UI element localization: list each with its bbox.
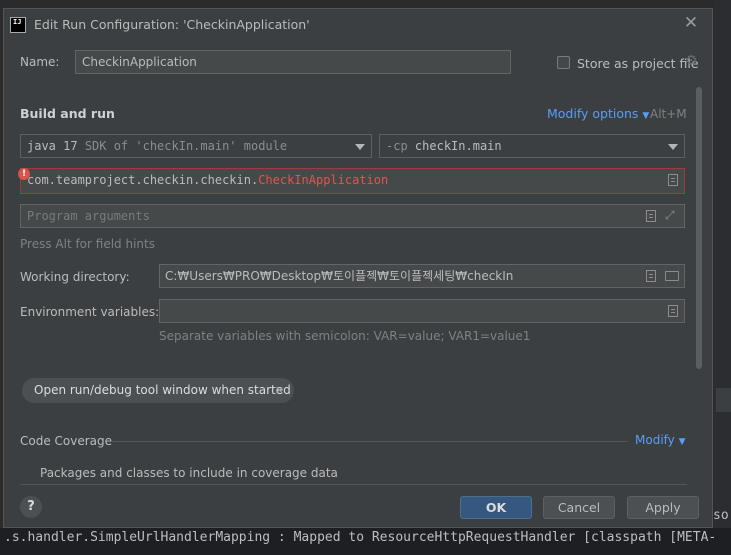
open-tool-window-option[interactable]: Open run/debug tool window when started … — [22, 378, 294, 403]
dropdown-arrow-icon — [668, 144, 678, 150]
intellij-icon: IJ — [10, 17, 26, 33]
modify-options-link[interactable]: Modify options ▼ — [547, 106, 649, 121]
close-icon[interactable]: ✕ — [683, 15, 699, 32]
remove-option-icon[interactable]: ✕ — [275, 378, 284, 403]
environment-variables-hint: Separate variables with semicolon: VAR=v… — [159, 329, 531, 343]
working-directory-field[interactable]: C:₩Users₩PRO₩Desktop₩토이플젝₩토이플젝세팅₩checkIn — [159, 264, 685, 288]
main-class-name: CheckInApplication — [258, 173, 389, 187]
footer-divider — [20, 484, 687, 485]
main-class-field[interactable]: com.teamproject.checkin.checkin.CheckInA… — [20, 168, 685, 194]
insert-macro-icon[interactable] — [646, 210, 656, 222]
build-and-run-title: Build and run — [20, 106, 115, 121]
program-arguments-field[interactable]: Program arguments — [20, 204, 685, 228]
background-side-panel — [714, 0, 731, 528]
working-directory-label: Working directory: — [20, 270, 130, 284]
console-log-line: .s.handler.SimpleUrlHandlerMapping : Map… — [0, 528, 731, 555]
main-class-package: com.teamproject.checkin.checkin. — [27, 173, 259, 187]
packages-classes-label: Packages and classes to include in cover… — [40, 466, 338, 480]
jdk-detail: SDK of 'checkIn.main' module — [84, 139, 288, 153]
background-side-text: so — [713, 508, 729, 523]
modify-options-label: Modify options — [547, 106, 639, 121]
cancel-button[interactable]: Cancel — [543, 496, 615, 519]
store-as-project-file-checkbox[interactable] — [557, 56, 570, 69]
jdk-select[interactable]: java 17 SDK of 'checkIn.main' module — [20, 134, 372, 158]
insert-macro-icon[interactable] — [646, 270, 656, 282]
dialog-scrollbar[interactable] — [696, 87, 702, 369]
help-button[interactable]: ? — [20, 496, 42, 518]
environment-variables-field[interactable] — [159, 299, 685, 323]
error-icon: ! — [18, 168, 30, 180]
gear-icon[interactable]: ⚙ — [685, 53, 698, 69]
store-as-project-file-label[interactable]: Store as project file — [577, 56, 699, 71]
field-hints-text: Press Alt for field hints — [20, 237, 155, 251]
chevron-down-icon: ▼ — [642, 111, 650, 121]
apply-button[interactable]: Apply — [627, 496, 699, 519]
edit-run-configuration-dialog: IJ Edit Run Configuration: 'CheckinAppli… — [3, 8, 713, 528]
modify-coverage-link[interactable]: Modify ▼ — [635, 433, 686, 447]
chevron-down-icon: ▼ — [678, 437, 686, 447]
modify-label: Modify — [635, 433, 675, 447]
browse-icon[interactable] — [668, 174, 678, 186]
name-field[interactable]: CheckinApplication — [75, 50, 511, 74]
section-divider — [112, 441, 628, 442]
folder-icon[interactable] — [665, 271, 679, 281]
background-scroll-thumb — [716, 388, 731, 412]
name-label: Name: — [20, 55, 60, 69]
jdk-version: java 17 — [27, 139, 78, 153]
ok-button[interactable]: OK — [460, 496, 532, 519]
dialog-title: Edit Run Configuration: 'CheckinApplicat… — [34, 17, 310, 32]
classpath-select[interactable]: -cp checkIn.main — [379, 134, 685, 158]
program-arguments-placeholder: Program arguments — [27, 209, 150, 223]
environment-variables-label: Environment variables: — [20, 305, 160, 319]
cp-prefix: -cp — [386, 139, 408, 153]
expand-icon[interactable]: ⤢ — [665, 208, 675, 223]
open-tool-window-label: Open run/debug tool window when started — [34, 383, 291, 397]
dropdown-arrow-icon — [355, 144, 365, 150]
dialog-titlebar: IJ Edit Run Configuration: 'CheckinAppli… — [4, 9, 712, 39]
edit-env-icon[interactable] — [668, 305, 678, 317]
cp-module: checkIn.main — [414, 139, 502, 153]
modify-options-shortcut: Alt+M — [650, 107, 687, 121]
code-coverage-title: Code Coverage — [20, 434, 113, 448]
